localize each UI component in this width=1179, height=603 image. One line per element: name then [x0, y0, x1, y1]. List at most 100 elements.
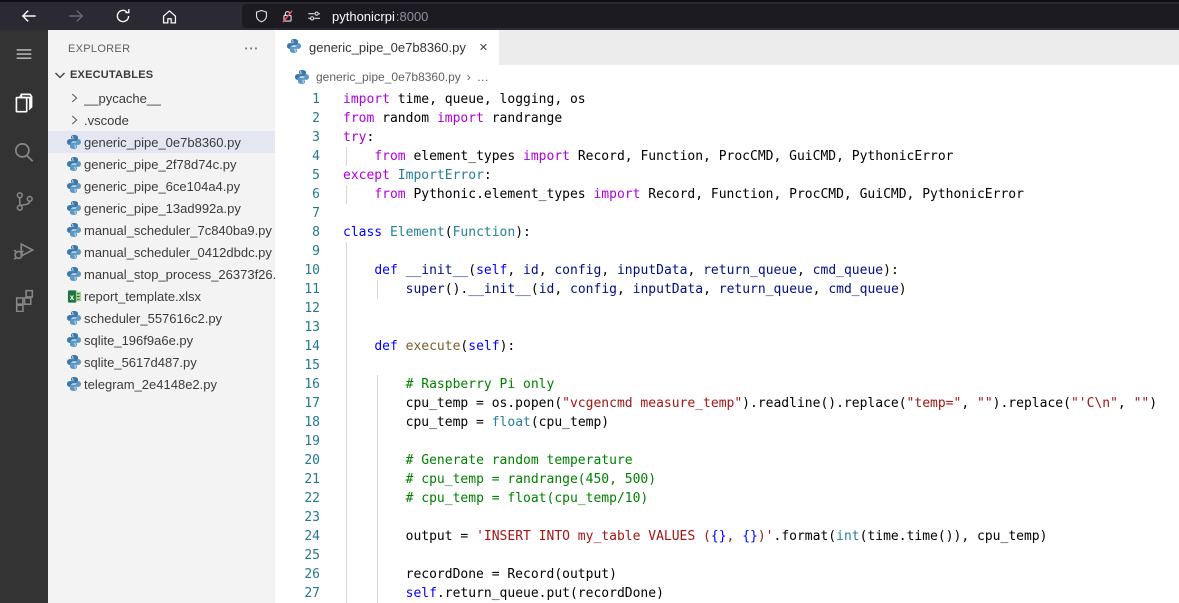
home-button[interactable]	[152, 3, 186, 29]
code-token: "'C\n"	[1071, 396, 1118, 411]
code-line[interactable]: 11 super().__init__(id, config, inputDat…	[275, 280, 1179, 299]
code-token	[390, 168, 398, 183]
code-token: random	[374, 111, 437, 126]
section-executables[interactable]: EXECUTABLES	[48, 64, 275, 87]
code-line[interactable]: 16 # Raspberry Pi only	[275, 375, 1179, 394]
code-text	[320, 204, 343, 223]
tab-generic-pipe[interactable]: generic_pipe_0e7b8360.py ✕	[275, 30, 499, 65]
file-item[interactable]: manual_scheduler_7c840ba9.py	[48, 219, 275, 241]
file-item[interactable]: sqlite_196f9a6e.py	[48, 329, 275, 351]
source-control-icon[interactable]	[10, 187, 38, 215]
code-token: {}	[742, 529, 758, 544]
code-line[interactable]: 17 cpu_temp = os.popen("vcgencmd measure…	[275, 394, 1179, 413]
code-line[interactable]: 2from random import randrange	[275, 109, 1179, 128]
code-line[interactable]: 8class Element(Function):	[275, 223, 1179, 242]
code-line[interactable]: 18 cpu_temp = float(cpu_temp)	[275, 413, 1179, 432]
indent-guide	[377, 470, 378, 489]
python-file-icon	[66, 376, 82, 392]
file-item[interactable]: manual_stop_process_26373f26....	[48, 263, 275, 285]
code-line[interactable]: 26 recordDone = Record(output)	[275, 565, 1179, 584]
breadcrumb-file[interactable]: generic_pipe_0e7b8360.py	[316, 70, 461, 84]
file-label: generic_pipe_6ce104a4.py	[84, 179, 240, 194]
back-button[interactable]	[12, 3, 46, 29]
code-line[interactable]: 13	[275, 318, 1179, 337]
lock-insecure-icon[interactable]	[279, 8, 296, 25]
tab-label: generic_pipe_0e7b8360.py	[309, 40, 466, 55]
code-line[interactable]: 5except ImportError:	[275, 166, 1179, 185]
indent-guide	[346, 584, 347, 603]
code-token: ,	[703, 282, 719, 297]
code-token: try	[343, 130, 366, 145]
python-file-icon	[66, 222, 82, 238]
code-line[interactable]: 12	[275, 299, 1179, 318]
file-item[interactable]: generic_pipe_0e7b8360.py	[48, 131, 275, 153]
line-number: 13	[275, 318, 320, 337]
explorer-actions-button[interactable]: ⋯	[244, 44, 259, 54]
file-item[interactable]: generic_pipe_13ad992a.py	[48, 197, 275, 219]
code-line[interactable]: 25	[275, 546, 1179, 565]
code-token: super	[406, 282, 445, 297]
code-line[interactable]: 15	[275, 356, 1179, 375]
file-item[interactable]: x report_template.xlsx	[48, 285, 275, 307]
code-line[interactable]: 9	[275, 242, 1179, 261]
folder-item[interactable]: .vscode	[48, 109, 275, 131]
line-number: 8	[275, 223, 320, 242]
code-line[interactable]: 7	[275, 204, 1179, 223]
code-line[interactable]: 14 def execute(self):	[275, 337, 1179, 356]
code-text: try:	[320, 128, 374, 147]
run-debug-icon[interactable]	[10, 236, 38, 264]
code-token: ,	[507, 263, 523, 278]
file-label: telegram_2e4148e2.py	[84, 377, 217, 392]
file-item[interactable]: telegram_2e4148e2.py	[48, 373, 275, 395]
search-icon[interactable]	[10, 138, 38, 166]
code-token: {}	[711, 529, 727, 544]
explorer-icon[interactable]	[10, 89, 38, 117]
file-item[interactable]: generic_pipe_2f78d74c.py	[48, 153, 275, 175]
code-token: (	[468, 263, 476, 278]
code-line[interactable]: 24 output = 'INSERT INTO my_table VALUES…	[275, 527, 1179, 546]
code-token: Record, Function, ProcCMD, GuiCMD, Pytho…	[640, 187, 1024, 202]
code-line[interactable]: 27 self.return_queue.put(recordDone)	[275, 584, 1179, 603]
forward-button[interactable]	[59, 3, 93, 29]
code-text	[320, 546, 343, 565]
code-line[interactable]: 6 from Pythonic.element_types import Rec…	[275, 185, 1179, 204]
code-token	[343, 339, 374, 354]
tab-close-icon[interactable]: ✕	[479, 41, 488, 54]
code-line[interactable]: 20 # Generate random temperature	[275, 451, 1179, 470]
file-item[interactable]: generic_pipe_6ce104a4.py	[48, 175, 275, 197]
file-item[interactable]: manual_scheduler_0412dbdc.py	[48, 241, 275, 263]
code-line[interactable]: 21 # cpu_temp = randrange(450, 500)	[275, 470, 1179, 489]
url-bar[interactable]: pythonicrpi:8000	[242, 4, 1179, 28]
file-item[interactable]: scheduler_557616c2.py	[48, 307, 275, 329]
code-line[interactable]: 23	[275, 508, 1179, 527]
code-token: recordDone = Record(output)	[343, 567, 617, 582]
code-text: from random import randrange	[320, 109, 562, 128]
file-label: sqlite_196f9a6e.py	[84, 333, 193, 348]
breadcrumb-more[interactable]: …	[477, 70, 489, 84]
code-token: output =	[343, 529, 476, 544]
breadcrumb: generic_pipe_0e7b8360.py › …	[275, 65, 1179, 88]
menu-icon[interactable]	[10, 40, 38, 68]
code-line[interactable]: 3try:	[275, 128, 1179, 147]
code-token: ):	[500, 339, 516, 354]
file-label: sqlite_5617d487.py	[84, 355, 197, 370]
file-item[interactable]: sqlite_5617d487.py	[48, 351, 275, 373]
line-number: 25	[275, 546, 320, 565]
code-line[interactable]: 4 from element_types import Record, Func…	[275, 147, 1179, 166]
code-line[interactable]: 10 def __init__(self, id, config, inputD…	[275, 261, 1179, 280]
code-token: ""	[1134, 396, 1150, 411]
code-token: self	[406, 586, 437, 601]
indent-guide	[377, 280, 378, 299]
code-line[interactable]: 19	[275, 432, 1179, 451]
code-token: (time.time()), cpu_temp)	[860, 529, 1048, 544]
extensions-icon[interactable]	[10, 285, 38, 313]
permissions-icon[interactable]	[305, 8, 323, 24]
code-text: import time, queue, logging, os	[320, 90, 586, 109]
reload-button[interactable]	[106, 3, 140, 29]
code-area[interactable]: 1import time, queue, logging, os2from ra…	[275, 88, 1179, 603]
code-line[interactable]: 22 # cpu_temp = float(cpu_temp/10)	[275, 489, 1179, 508]
shield-icon[interactable]	[253, 8, 270, 25]
code-line[interactable]: 1import time, queue, logging, os	[275, 90, 1179, 109]
folder-item[interactable]: __pycache__	[48, 87, 275, 109]
code-token: (	[531, 282, 539, 297]
